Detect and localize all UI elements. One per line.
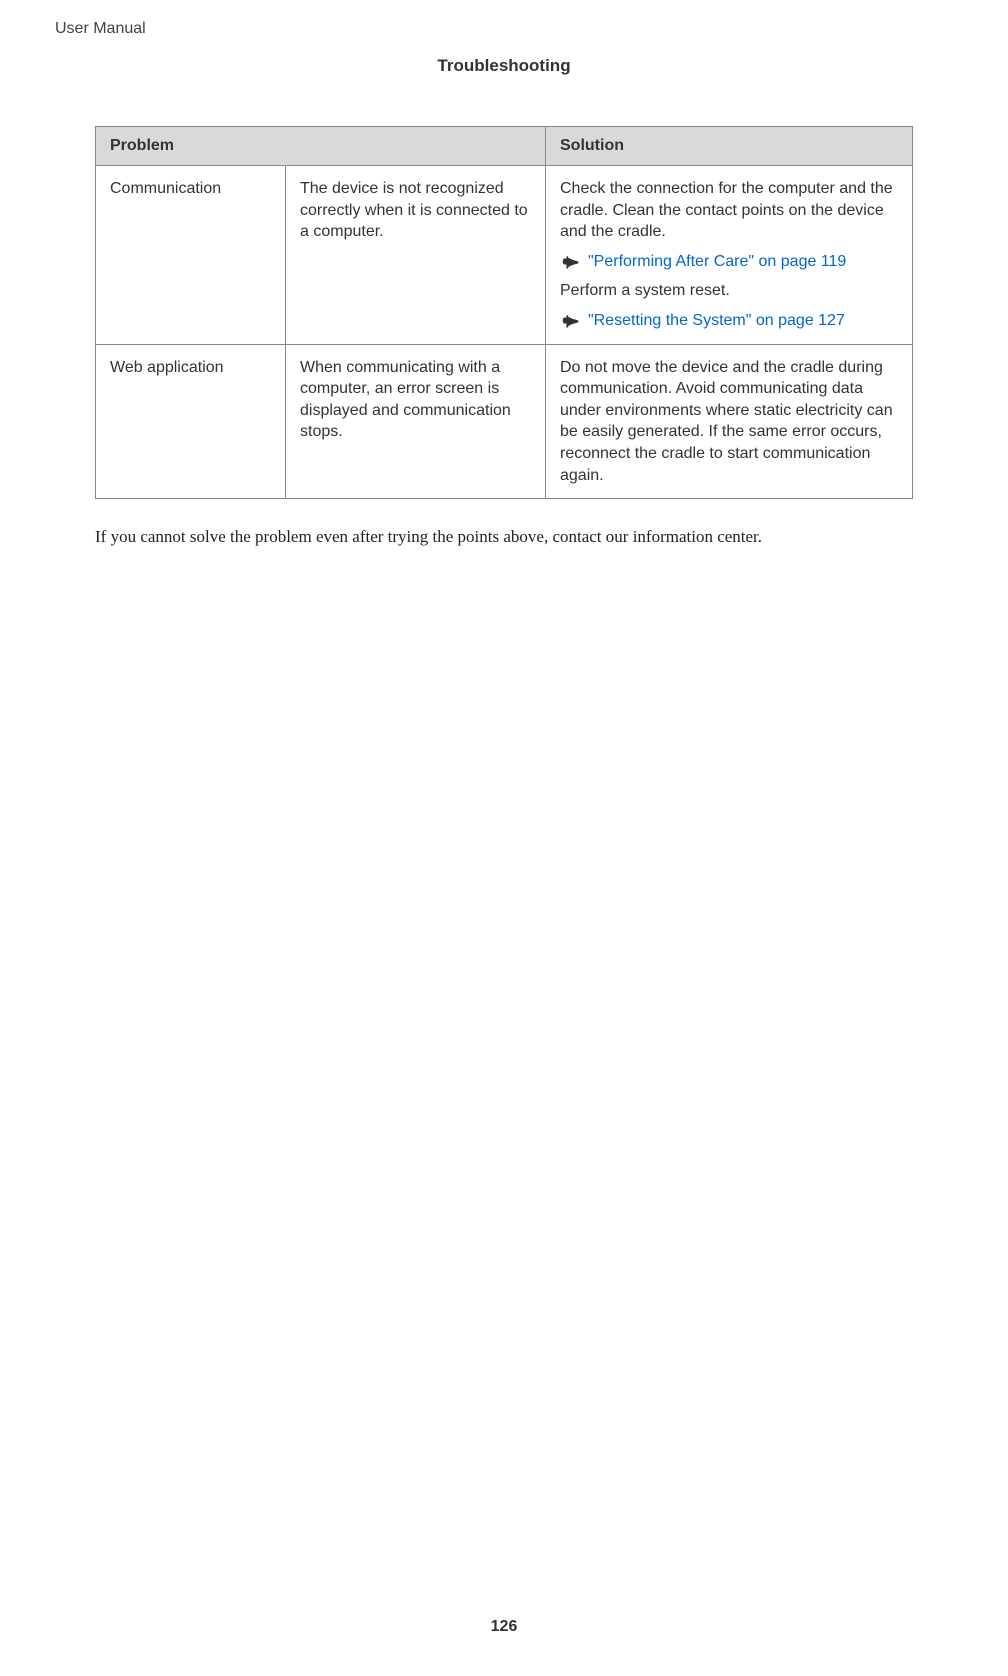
hand-pointer-icon bbox=[560, 254, 582, 269]
solution-text: Do not move the device and the cradle du… bbox=[560, 357, 898, 487]
hand-pointer-icon bbox=[560, 313, 582, 328]
table-row: Communication The device is not recogniz… bbox=[96, 166, 913, 345]
cross-reference-link[interactable]: "Resetting the System" on page 127 bbox=[588, 310, 845, 332]
cross-reference-link[interactable]: "Performing After Care" on page 119 bbox=[588, 251, 846, 273]
document-title: User Manual bbox=[55, 20, 913, 38]
problem-description: When communicating with a computer, an e… bbox=[286, 344, 546, 499]
solution-cell: Check the connection for the computer an… bbox=[546, 166, 913, 345]
troubleshooting-table: Problem Solution Communication The devic… bbox=[95, 126, 913, 499]
solution-cell: Do not move the device and the cradle du… bbox=[546, 344, 913, 499]
problem-category: Communication bbox=[96, 166, 286, 345]
page-number: 126 bbox=[0, 1618, 1008, 1636]
problem-category: Web application bbox=[96, 344, 286, 499]
section-title: Troubleshooting bbox=[95, 56, 913, 76]
solution-text: Perform a system reset. bbox=[560, 280, 898, 302]
table-header-problem: Problem bbox=[96, 127, 546, 166]
solution-text: Check the connection for the computer an… bbox=[560, 178, 898, 243]
problem-description: The device is not recognized correctly w… bbox=[286, 166, 546, 345]
table-row: Web application When communicating with … bbox=[96, 344, 913, 499]
table-header-solution: Solution bbox=[546, 127, 913, 166]
after-note: If you cannot solve the problem even aft… bbox=[95, 527, 913, 547]
